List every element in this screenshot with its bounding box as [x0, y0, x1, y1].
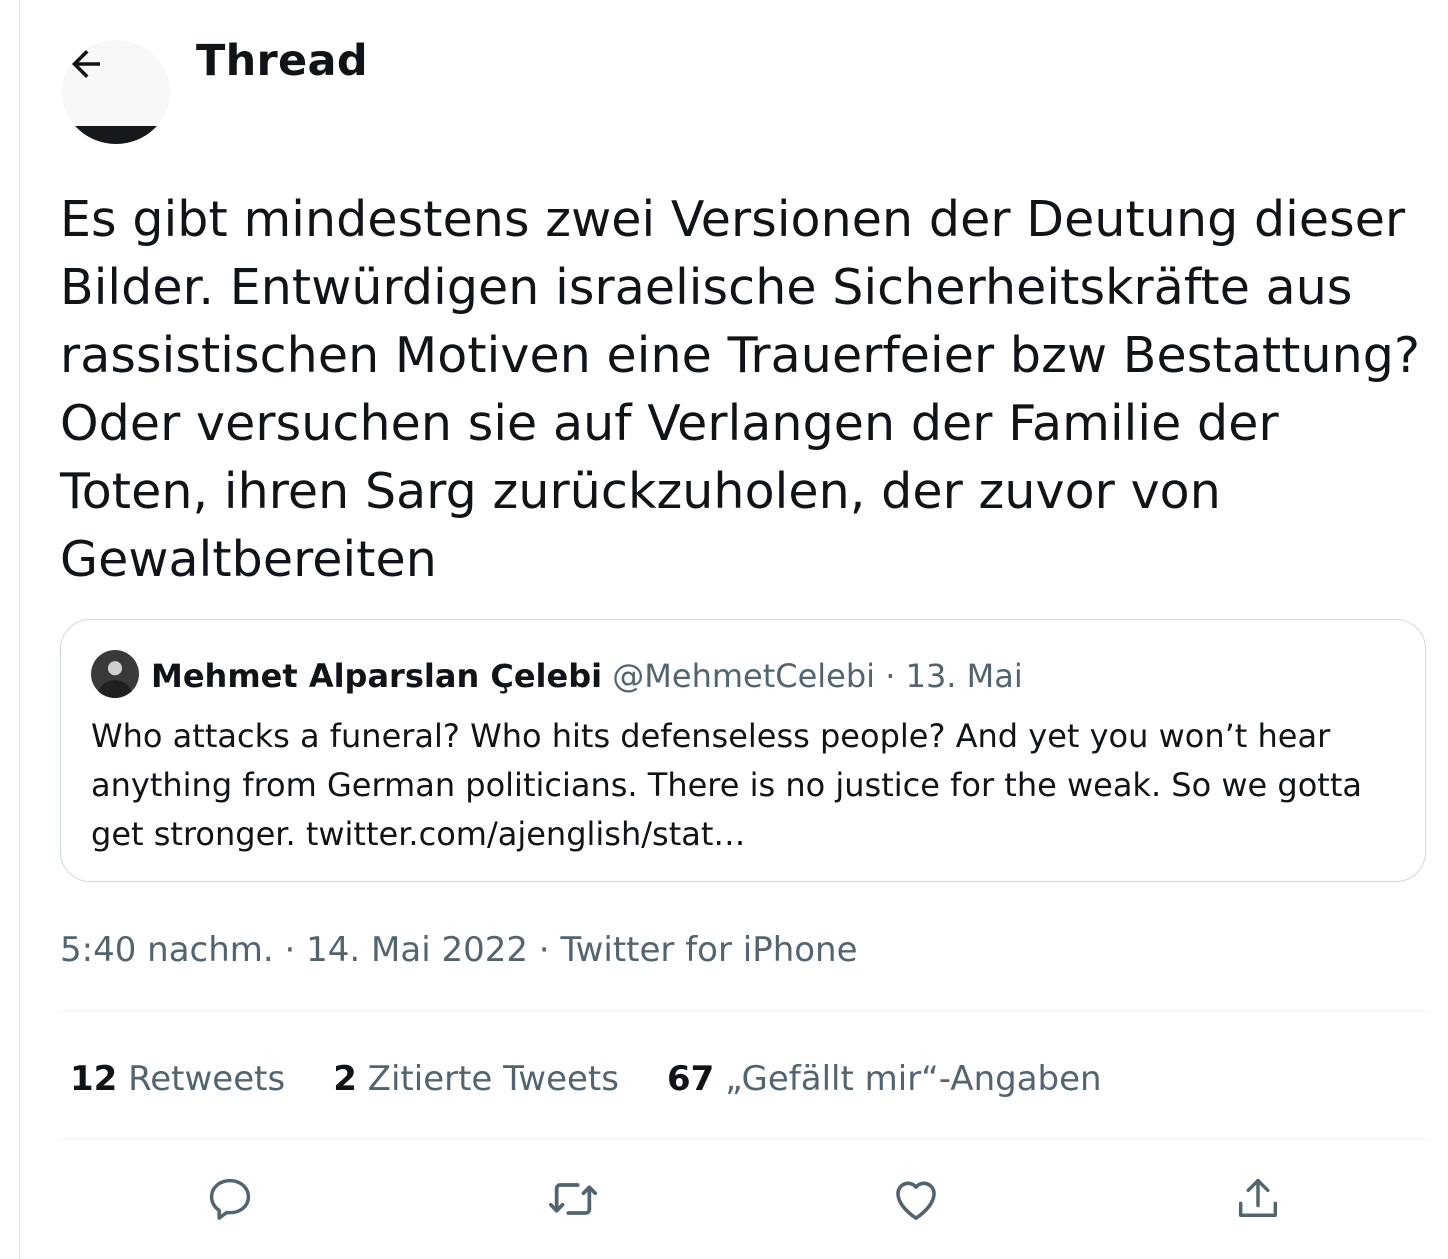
retweets-label: Retweets — [128, 1059, 286, 1099]
back-button[interactable] — [60, 38, 112, 90]
heart-icon — [896, 1181, 936, 1220]
retweet-icon — [548, 1183, 598, 1215]
likes-count: 67 — [666, 1059, 715, 1099]
share-button[interactable] — [1225, 1166, 1291, 1232]
meta-separator: · — [273, 930, 307, 970]
retweet-button[interactable] — [540, 1166, 606, 1232]
retweets-stat[interactable]: 12 Retweets — [70, 1055, 285, 1103]
column-border — [19, 0, 20, 1259]
tweet-actions — [0, 1166, 1448, 1232]
quoted-author-name: Mehmet Alparslan Çelebi — [151, 657, 603, 695]
quoted-tweet-header: Mehmet Alparslan Çelebi @MehmetCelebi · … — [151, 654, 1023, 698]
likes-label: „Gefällt mir“-Angaben — [725, 1059, 1102, 1099]
quotes-label: Zitierte Tweets — [367, 1059, 619, 1099]
thread-header: Thread — [20, 0, 500, 126]
quoted-tweet-text: Who attacks a funeral? Who hits defensel… — [91, 717, 1362, 853]
tweet-stats: 12 Retweets 2 Zitierte Tweets 67 „Gefäll… — [70, 1055, 1102, 1103]
tweet-text: Es gibt mindestens zwei Versionen der De… — [60, 191, 1421, 588]
quotes-count: 2 — [333, 1059, 357, 1099]
retweets-count: 12 — [70, 1059, 118, 1099]
tweet-source[interactable]: Twitter for iPhone — [560, 930, 857, 970]
page-title: Thread — [196, 36, 368, 86]
likes-stat[interactable]: 67 „Gefällt mir“-Angaben — [667, 1055, 1102, 1103]
tweet-time[interactable]: 5:40 nachm. — [60, 930, 274, 970]
thread-page: Thread Es gibt mindestens zwei Versionen… — [0, 0, 1448, 1259]
divider — [60, 1011, 1428, 1012]
tweet-date[interactable]: 14. Mai 2022 — [306, 930, 528, 970]
quoted-separator: · — [885, 657, 896, 695]
reply-button[interactable] — [197, 1166, 263, 1232]
share-icon — [1238, 1178, 1278, 1217]
quoted-author-handle: @MehmetCelebi — [612, 657, 876, 695]
arrow-left-icon — [72, 50, 100, 78]
tweet-meta: 5:40 nachm. · 14. Mai 2022 · Twitter for… — [60, 926, 858, 974]
quoted-tweet[interactable]: Mehmet Alparslan Çelebi @MehmetCelebi · … — [60, 619, 1426, 882]
reply-icon — [209, 1178, 251, 1220]
like-button[interactable] — [883, 1166, 949, 1232]
divider — [60, 1139, 1428, 1140]
quoted-tweet-date: 13. Mai — [905, 657, 1023, 695]
quotes-stat[interactable]: 2 Zitierte Tweets — [333, 1055, 619, 1103]
quoted-author-avatar — [91, 650, 139, 698]
meta-separator: · — [528, 930, 561, 970]
